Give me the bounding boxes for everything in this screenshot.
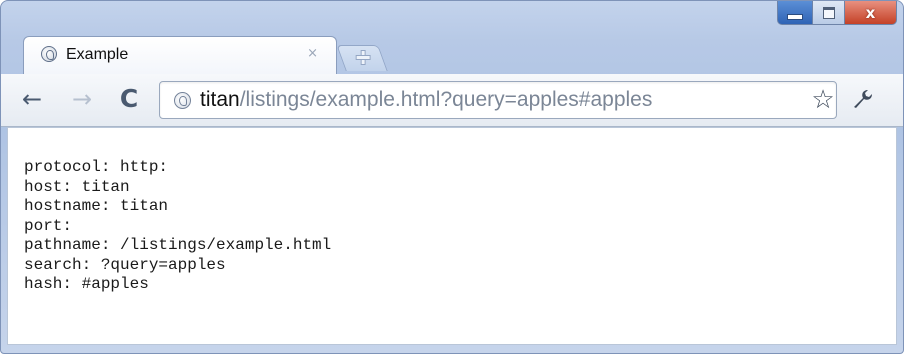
plus-icon bbox=[356, 50, 370, 64]
wrench-icon-svg bbox=[854, 90, 872, 108]
browser-window: x Example × ← → C titan/listings/example… bbox=[0, 0, 904, 354]
output-line-pathname: pathname: /listings/example.html bbox=[24, 236, 332, 254]
new-tab-button[interactable] bbox=[336, 45, 388, 71]
window-controls: x bbox=[777, 1, 897, 27]
minimize-button[interactable] bbox=[777, 1, 813, 25]
url-host: titan bbox=[200, 88, 240, 111]
output-line-hostname: hostname: titan bbox=[24, 197, 169, 215]
url-path: /listings/example.html?query=apples#appl… bbox=[239, 88, 653, 111]
close-window-button[interactable]: x bbox=[845, 1, 897, 25]
reload-button[interactable]: C bbox=[115, 85, 143, 113]
back-button[interactable]: ← bbox=[19, 86, 45, 112]
url-text: titan/listings/example.html?query=apples… bbox=[200, 88, 652, 112]
tab-title: Example bbox=[66, 46, 129, 63]
forward-button[interactable]: → bbox=[69, 86, 95, 112]
wrench-icon[interactable] bbox=[847, 86, 877, 114]
tab-close-icon[interactable]: × bbox=[307, 46, 318, 61]
close-icon: x bbox=[865, 3, 876, 22]
output-line-protocol: protocol: http: bbox=[24, 158, 169, 176]
address-bar[interactable]: titan/listings/example.html?query=apples… bbox=[159, 81, 837, 119]
tab-example[interactable]: Example × bbox=[23, 36, 337, 74]
maximize-button[interactable] bbox=[813, 1, 845, 25]
output-line-hash: hash: #apples bbox=[24, 275, 149, 293]
bookmark-star-icon[interactable]: ☆ bbox=[809, 86, 837, 114]
browser-toolbar: ← → C titan/listings/example.html?query=… bbox=[1, 74, 903, 127]
page-content: protocol: http: host: titan hostname: ti… bbox=[7, 127, 897, 345]
output-line-search: search: ?query=apples bbox=[24, 255, 226, 274]
minimize-icon bbox=[787, 13, 803, 20]
output-line-port: port: bbox=[24, 216, 73, 235]
globe-icon bbox=[41, 46, 57, 62]
output-line-host: host: titan bbox=[24, 177, 130, 196]
maximize-icon bbox=[822, 6, 835, 19]
output-lines: protocol: http: host: titan hostname: ti… bbox=[24, 158, 331, 295]
globe-icon bbox=[174, 92, 191, 109]
